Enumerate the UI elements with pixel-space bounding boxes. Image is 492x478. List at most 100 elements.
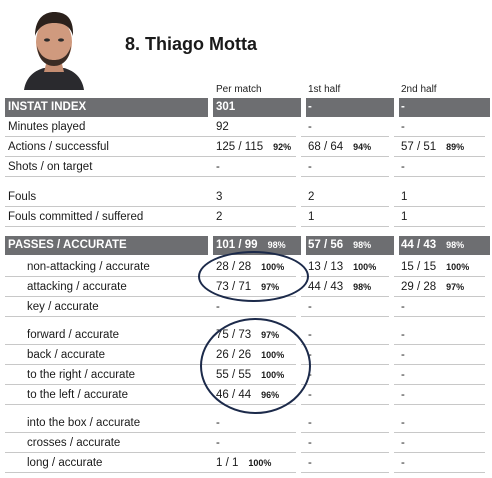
player-title: 8. Thiago Motta [125, 34, 257, 54]
stat-value: - [308, 437, 312, 449]
row-divider [5, 226, 208, 227]
stat-count: 1 / 1 [216, 457, 239, 469]
stat-value: - [308, 301, 312, 313]
stat-percent: 92% [273, 142, 292, 152]
stat-row: long / accurate 1 / 1 100% - - [5, 454, 489, 473]
stat-label: key / accurate [27, 301, 99, 313]
stat-percent: 98% [446, 240, 465, 250]
row-divider [394, 364, 485, 365]
stat-value: 1 [401, 211, 407, 223]
row-divider [394, 156, 485, 157]
stat-value: - [401, 101, 405, 113]
stat-label: crosses / accurate [27, 437, 121, 449]
stat-label: Shots / on target [8, 161, 93, 173]
stat-count: 29 / 28 [401, 281, 437, 293]
stat-value: - [401, 329, 405, 341]
row-divider [301, 206, 389, 207]
stat-percent: 89% [446, 142, 465, 152]
stat-count: 1 [401, 211, 408, 223]
row-divider [394, 136, 485, 137]
stat-value: 3 [216, 191, 222, 203]
header-value-box [306, 98, 394, 117]
stat-value: 301 [216, 101, 235, 113]
stat-label: attacking / accurate [27, 281, 127, 293]
stat-label: non-attacking / accurate [27, 261, 150, 273]
stat-count: - [308, 329, 312, 341]
stat-row: Minutes played 92 - - [5, 118, 489, 137]
row-divider [301, 276, 389, 277]
stat-row: Actions / successful 125 / 115 92% 68 / 64 9… [5, 138, 489, 157]
stat-label: long / accurate [27, 457, 103, 469]
row-divider [5, 316, 208, 317]
row-divider [394, 226, 485, 227]
column-header-1st-half: 1st half [308, 84, 341, 95]
stat-value: - [216, 417, 220, 429]
stat-count: - [401, 389, 405, 401]
stat-count: - [216, 437, 220, 449]
stat-count: 2 [216, 211, 223, 223]
stat-value: 68 / 64 94% [308, 141, 371, 153]
stat-value: - [401, 301, 405, 313]
row-divider [208, 432, 296, 433]
stat-label: back / accurate [27, 349, 105, 361]
stat-count: - [401, 329, 405, 341]
row-divider [301, 136, 389, 137]
row-divider [5, 136, 208, 137]
stat-percent: 100% [353, 262, 377, 272]
stat-count: - [308, 389, 312, 401]
row-divider [5, 384, 208, 385]
row-divider [301, 432, 389, 433]
row-divider [208, 472, 296, 473]
stat-count: 57 / 56 [308, 239, 344, 251]
row-divider [5, 432, 208, 433]
row-divider [5, 452, 208, 453]
row-divider [5, 404, 208, 405]
row-divider [301, 472, 389, 473]
stat-value: 1 / 1 100% [216, 457, 271, 469]
stat-label: Fouls [8, 191, 37, 203]
stat-value: 2 [308, 191, 314, 203]
stat-value: 101 / 99 98% [216, 239, 286, 251]
row-divider [5, 364, 208, 365]
stat-label: to the left / accurate [27, 389, 129, 401]
stat-label: Minutes played [8, 121, 86, 133]
stat-count: - [401, 457, 405, 469]
stat-count: - [308, 301, 312, 313]
row-divider [394, 316, 485, 317]
stat-value: 57 / 51 89% [401, 141, 464, 153]
row-divider [5, 472, 208, 473]
column-header-per-match: Per match [216, 84, 262, 95]
row-divider [5, 156, 208, 157]
header-value-box [399, 98, 490, 117]
row-divider [394, 206, 485, 207]
stat-percent: 97% [446, 282, 465, 292]
row-divider [301, 226, 389, 227]
stat-count: - [216, 161, 220, 173]
stat-count: - [401, 369, 405, 381]
stat-count: 57 / 51 [401, 141, 437, 153]
row-divider [301, 404, 389, 405]
row-divider [394, 296, 485, 297]
row-divider [208, 206, 296, 207]
row-divider [301, 364, 389, 365]
row-divider [301, 176, 389, 177]
row-divider [5, 296, 208, 297]
row-divider [208, 226, 296, 227]
row-divider [208, 176, 296, 177]
stat-percent: 98% [353, 240, 372, 250]
stat-percent: 98% [267, 240, 286, 250]
stat-row: Shots / on target - - - [5, 158, 489, 177]
stat-count: - [308, 437, 312, 449]
stat-count: - [401, 301, 405, 313]
row-divider [301, 156, 389, 157]
stat-count: - [401, 161, 405, 173]
stat-value: 15 / 15 100% [401, 261, 469, 273]
stat-count: - [401, 349, 405, 361]
stat-row: into the box / accurate - - - [5, 414, 489, 433]
stat-value: - [401, 369, 405, 381]
stat-count: - [308, 161, 312, 173]
row-divider [394, 452, 485, 453]
stat-value: - [308, 389, 312, 401]
stat-value: - [308, 101, 312, 113]
row-divider [5, 176, 208, 177]
